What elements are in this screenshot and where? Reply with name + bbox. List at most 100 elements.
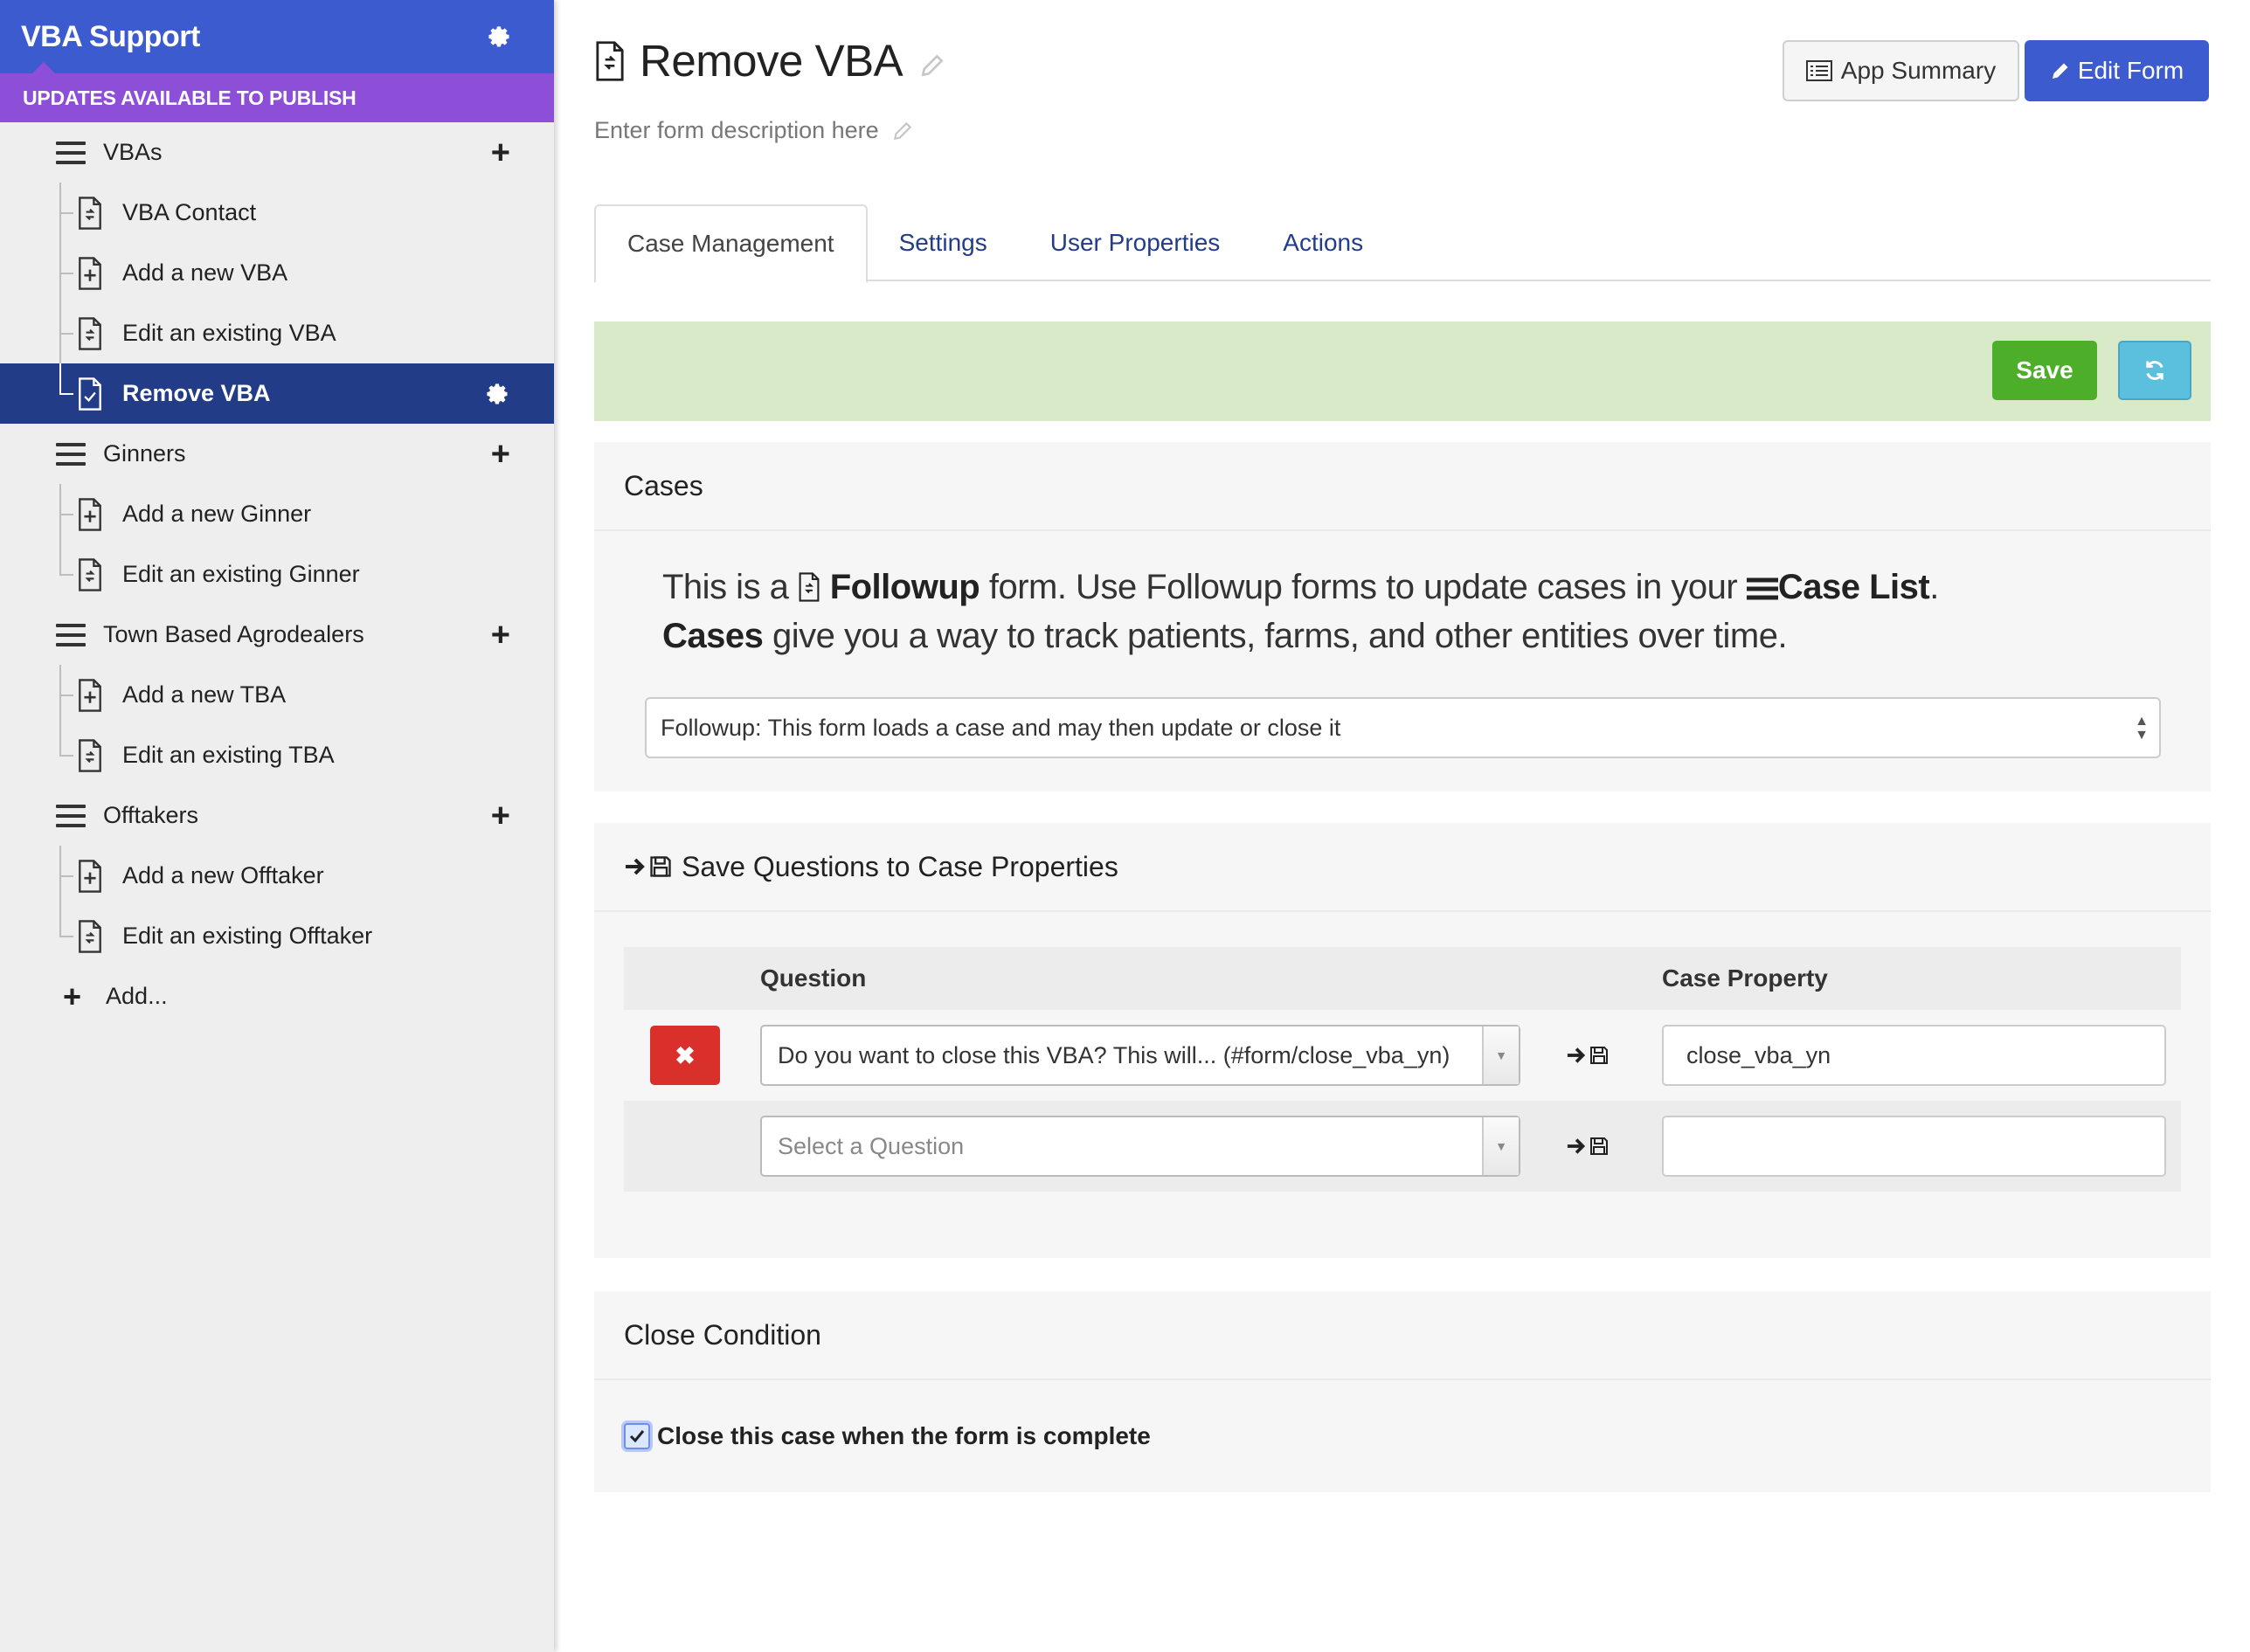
form-settings-gear-icon[interactable]	[486, 382, 510, 406]
form-type-selected: Followup: This form loads a case and may…	[661, 714, 1341, 741]
checkmark-icon	[629, 1430, 645, 1443]
tab-settings[interactable]: Settings	[868, 204, 1019, 281]
updates-banner[interactable]: UPDATES AVAILABLE TO PUBLISH	[0, 73, 554, 122]
add-form-plus-icon[interactable]: +	[491, 799, 510, 833]
app-settings-gear-icon[interactable]	[488, 24, 512, 49]
page-title: Remove VBA	[640, 36, 903, 86]
close-case-checkbox[interactable]	[624, 1423, 650, 1449]
close-case-option[interactable]: Close this case when the form is complet…	[624, 1422, 1151, 1450]
module-label: Offtakers	[103, 802, 199, 828]
tab-actions[interactable]: Actions	[1251, 204, 1395, 281]
text: This is a	[662, 568, 789, 606]
followup-form-icon	[79, 196, 101, 230]
save-button[interactable]: Save	[1992, 341, 2097, 400]
delete-row-button[interactable]: ✖	[650, 1026, 720, 1085]
text: .	[1929, 568, 1939, 606]
close-icon: ✖	[675, 1041, 696, 1069]
form-item-vba-contact[interactable]: VBA Contact	[0, 183, 554, 243]
form-label: Remove VBA	[122, 380, 271, 406]
description-placeholder: Enter form description here	[594, 117, 879, 143]
tab-user-properties[interactable]: User Properties	[1019, 204, 1252, 281]
list-icon	[56, 141, 86, 164]
module-vbas[interactable]: VBAs +	[0, 122, 554, 183]
refresh-icon	[2146, 361, 2163, 380]
save-questions-panel: Save Questions to Case Properties Questi…	[594, 823, 2211, 1258]
question-select[interactable]: Do you want to close this VBA? This will…	[760, 1025, 1520, 1086]
followup-form-icon	[79, 557, 101, 591]
registration-form-icon	[79, 256, 101, 290]
app-header: VBA Support	[0, 0, 554, 74]
form-item-remove-vba[interactable]: Remove VBA	[0, 363, 554, 424]
form-item-add-vba[interactable]: Add a new VBA	[0, 243, 554, 303]
close-case-label: Close this case when the form is complet…	[657, 1422, 1151, 1449]
table-row: Select a Question ▼	[624, 1101, 2181, 1192]
chevron-down-icon: ▼	[1482, 1117, 1519, 1175]
close-condition-panel: Close Condition Close this case when the…	[594, 1291, 2211, 1492]
list-alt-icon	[1805, 60, 1832, 81]
edit-title-pencil-icon[interactable]	[918, 52, 946, 79]
form-item-edit-offtaker[interactable]: Edit an existing Offtaker	[0, 906, 554, 966]
cases-panel: Cases This is a Followup form. Use Follo…	[594, 442, 2211, 791]
form-item-add-tba[interactable]: Add a new TBA	[0, 665, 554, 725]
edit-form-button[interactable]: Edit Form	[2025, 40, 2209, 101]
form-item-edit-tba[interactable]: Edit an existing TBA	[0, 725, 554, 785]
app-summary-button[interactable]: App Summary	[1783, 40, 2019, 101]
maps-to-icon	[1566, 1045, 1610, 1066]
select-arrows-icon: ▲ ▼	[2135, 714, 2149, 743]
app-title[interactable]: VBA Support	[21, 20, 200, 54]
edit-form-label: Edit Form	[2077, 57, 2184, 84]
module-offtakers[interactable]: Offtakers +	[0, 785, 554, 846]
form-label: Add a new VBA	[122, 259, 288, 286]
module-town-based-agrodealers[interactable]: Town Based Agrodealers +	[0, 605, 554, 665]
form-tabs: Case Management Settings User Properties…	[594, 204, 2211, 283]
followup-form-icon	[79, 738, 101, 772]
form-label: Edit an existing Offtaker	[122, 923, 373, 949]
registration-form-icon	[79, 859, 101, 893]
save-bar: Save	[594, 321, 2211, 421]
followup-form-icon	[79, 919, 101, 953]
add-form-plus-icon[interactable]: +	[491, 619, 510, 652]
form-label: VBA Contact	[122, 199, 257, 225]
question-select[interactable]: Select a Question ▼	[760, 1116, 1520, 1177]
save-questions-title: Save Questions to Case Properties	[682, 850, 1118, 882]
save-to-case-icon	[624, 854, 673, 879]
tab-case-management[interactable]: Case Management	[594, 204, 868, 283]
question-property-table: Question Case Property ✖ Do you want to …	[624, 947, 2181, 1192]
form-label: Edit an existing VBA	[122, 320, 336, 346]
refresh-button[interactable]	[2118, 341, 2191, 400]
followup-form-icon	[799, 572, 820, 602]
form-item-edit-ginner[interactable]: Edit an existing Ginner	[0, 544, 554, 605]
page-title-row: Remove VBA	[594, 35, 946, 86]
pencil-icon	[2052, 63, 2068, 79]
edit-description-pencil-icon[interactable]	[891, 120, 914, 142]
followup-form-icon	[79, 316, 101, 350]
text: give you a way to track patients, farms,…	[772, 617, 1788, 655]
case-property-input[interactable]: close_vba_yn	[1662, 1025, 2166, 1086]
header-caret	[31, 62, 56, 74]
text: form. Use Followup forms to update cases…	[988, 568, 1738, 606]
add-label: Add...	[106, 983, 168, 1009]
table-header: Question Case Property	[624, 947, 2181, 1010]
followup-form-icon	[596, 40, 624, 81]
column-question: Question	[760, 964, 867, 992]
form-label: Edit an existing TBA	[122, 742, 335, 768]
close-condition-title: Close Condition	[594, 1291, 2211, 1380]
form-label: Add a new Offtaker	[122, 862, 324, 888]
form-item-edit-vba[interactable]: Edit an existing VBA	[0, 303, 554, 363]
form-type-select[interactable]: Followup: This form loads a case and may…	[645, 697, 2161, 758]
sidebar: VBA Support UPDATES AVAILABLE TO PUBLISH…	[0, 0, 554, 1652]
form-item-add-ginner[interactable]: Add a new Ginner	[0, 484, 554, 544]
registration-form-icon	[79, 497, 101, 531]
add-module-link[interactable]: + Add...	[0, 966, 554, 1026]
form-description[interactable]: Enter form description here	[594, 117, 914, 144]
add-form-plus-icon[interactable]: +	[491, 136, 510, 169]
column-case-property: Case Property	[1662, 964, 1828, 992]
save-questions-panel-head: Save Questions to Case Properties	[594, 823, 2211, 912]
module-ginners[interactable]: Ginners +	[0, 424, 554, 484]
maps-to-icon	[1566, 1136, 1610, 1157]
list-icon	[56, 442, 86, 466]
followup-keyword: Followup	[829, 568, 980, 606]
add-form-plus-icon[interactable]: +	[491, 438, 510, 471]
case-property-input[interactable]	[1662, 1116, 2166, 1177]
form-item-add-offtaker[interactable]: Add a new Offtaker	[0, 846, 554, 906]
